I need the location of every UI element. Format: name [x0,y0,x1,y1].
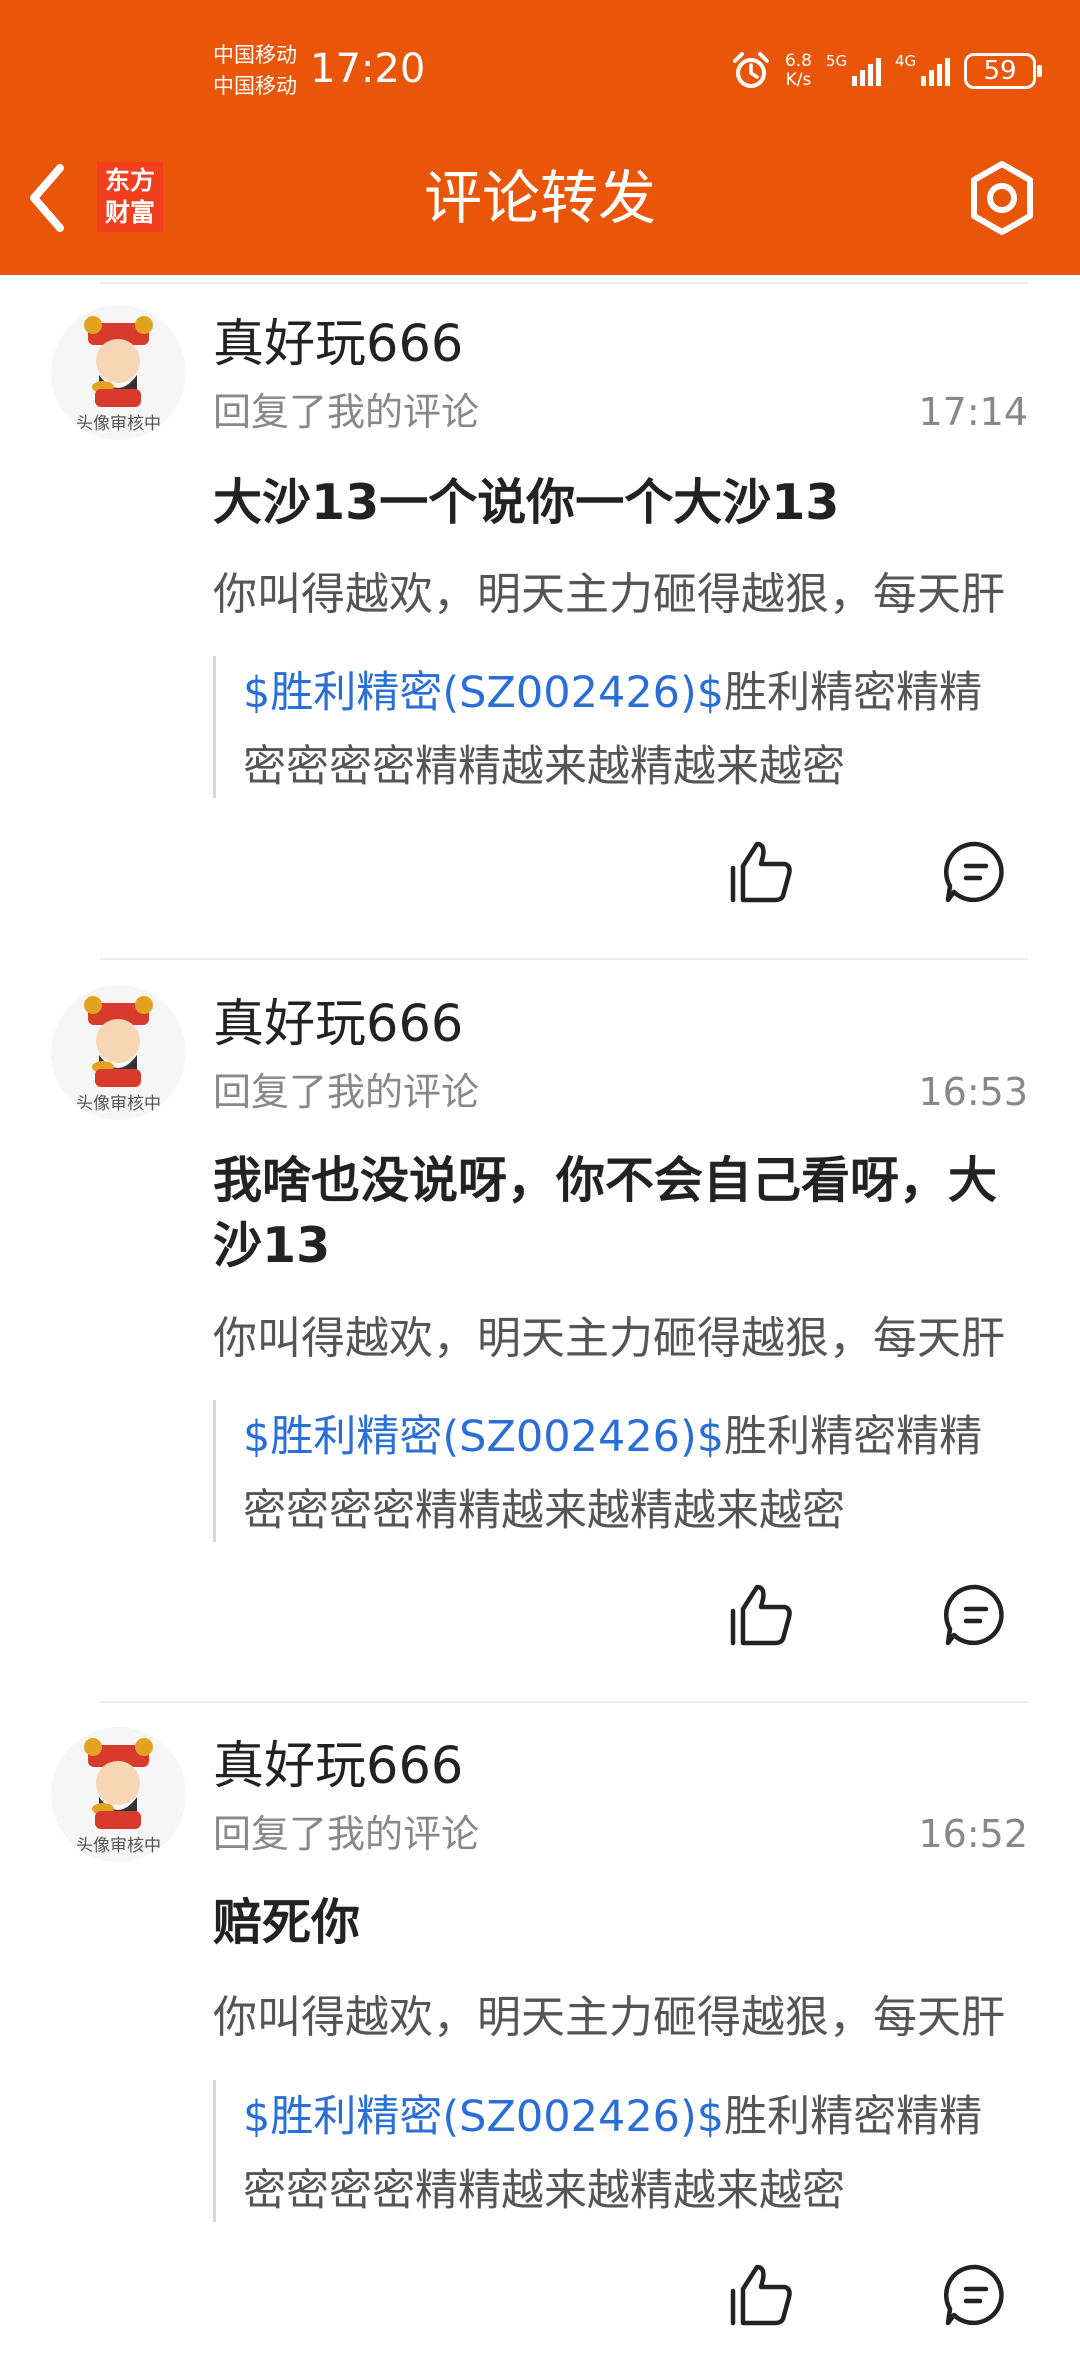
like-thumbs-up-icon[interactable] [727,836,799,908]
comment-bubble-icon[interactable] [940,1579,1012,1651]
net-speed-unit: K/s [785,70,812,90]
divider [100,282,1028,284]
avatar-watermark: 头像审核中 [76,1836,161,1856]
battery-icon: 59 [964,53,1042,89]
net-speed: 6.8 K/s [785,52,812,90]
quote-text: 胜利精密精精 [724,668,983,718]
stock-tag-link[interactable]: $胜利精密(SZ002426)$ [243,668,724,718]
username[interactable]: 真好玩666 [213,313,463,377]
carrier-1: 中国移动 [213,43,297,67]
action-label: 回复了我的评论 [213,1812,480,1856]
quote-text-line2: 密密密密精精越来越精越来越密 [243,2166,845,2216]
avatar-watermark: 头像审核中 [76,1094,161,1114]
original-comment[interactable]: 你叫得越欢，明天主力砸得越狠，每天肝 [213,1311,1028,1367]
original-comment[interactable]: 你叫得越欢，明天主力砸得越狠，每天肝 [213,1990,1028,2046]
like-thumbs-up-icon[interactable] [727,1579,799,1651]
comment-meta: 回复了我的评论 16:53 [213,1068,1028,1116]
username[interactable]: 真好玩666 [213,1735,463,1799]
quote-text-line2: 密密密密精精越来越精越来越密 [243,742,845,792]
signal-4g-icon: 4G [895,52,950,86]
signal-4g-label: 4G [895,52,917,70]
quoted-post[interactable]: $胜利精密(SZ002426)$胜利精密精精 密密密密精精越来越精越来越密 [213,1400,1028,1542]
carrier-names: 中国移动 中国移动 [213,40,297,102]
status-bar: 中国移动 中国移动 17:20 6.8 K/s 5G 4G 59 [0,36,1080,106]
avatar-watermark: 头像审核中 [76,414,161,434]
comment-meta: 回复了我的评论 16:52 [213,1810,1028,1858]
settings-gear-icon[interactable] [962,158,1042,238]
alarm-icon [732,52,769,88]
avatar[interactable]: 头像审核中 [51,305,186,440]
quote-text: 胜利精密精精 [724,2092,983,2142]
app-header: 中国移动 中国移动 17:20 6.8 K/s 5G 4G 59 东方 财富 评… [0,0,1080,275]
reply-text[interactable]: 我啥也没说呀，你不会自己看呀，大沙13 [213,1148,1028,1278]
signal-5g-icon: 5G [826,52,881,86]
original-comment[interactable]: 你叫得越欢，明天主力砸得越狠，每天肝 [213,567,1028,623]
carrier-2: 中国移动 [213,74,297,98]
reply-text[interactable]: 大沙13一个说你一个大沙13 [213,470,1028,535]
status-time: 17:20 [310,46,426,92]
username[interactable]: 真好玩666 [213,993,463,1057]
signal-5g-label: 5G [826,52,848,70]
avatar[interactable]: 头像审核中 [51,1727,186,1862]
action-label: 回复了我的评论 [213,390,480,434]
quoted-post[interactable]: $胜利精密(SZ002426)$胜利精密精精 密密密密精精越来越精越来越密 [213,656,1028,798]
quote-text: 胜利精密精精 [724,1412,983,1462]
reply-text[interactable]: 赔死你 [213,1890,1028,1955]
avatar[interactable]: 头像审核中 [51,985,186,1120]
divider [100,958,1028,960]
timestamp: 16:53 [918,1070,1028,1114]
comment-meta: 回复了我的评论 17:14 [213,388,1028,436]
quoted-post[interactable]: $胜利精密(SZ002426)$胜利精密精精 密密密密精精越来越精越来越密 [213,2080,1028,2222]
net-speed-value: 6.8 [784,51,812,71]
stock-tag-link[interactable]: $胜利精密(SZ002426)$ [243,2092,724,2142]
like-thumbs-up-icon[interactable] [727,2259,799,2331]
status-icons: 6.8 K/s 5G 4G 59 [731,46,1042,96]
action-label: 回复了我的评论 [213,1070,480,1114]
timestamp: 17:14 [918,390,1028,434]
stock-tag-link[interactable]: $胜利精密(SZ002426)$ [243,1412,724,1462]
divider [100,1701,1028,1703]
comment-bubble-icon[interactable] [940,836,1012,908]
page-title: 评论转发 [423,164,656,232]
quote-text-line2: 密密密密精精越来越精越来越密 [243,1486,845,1536]
comment-bubble-icon[interactable] [940,2259,1012,2331]
timestamp: 16:52 [918,1812,1028,1856]
